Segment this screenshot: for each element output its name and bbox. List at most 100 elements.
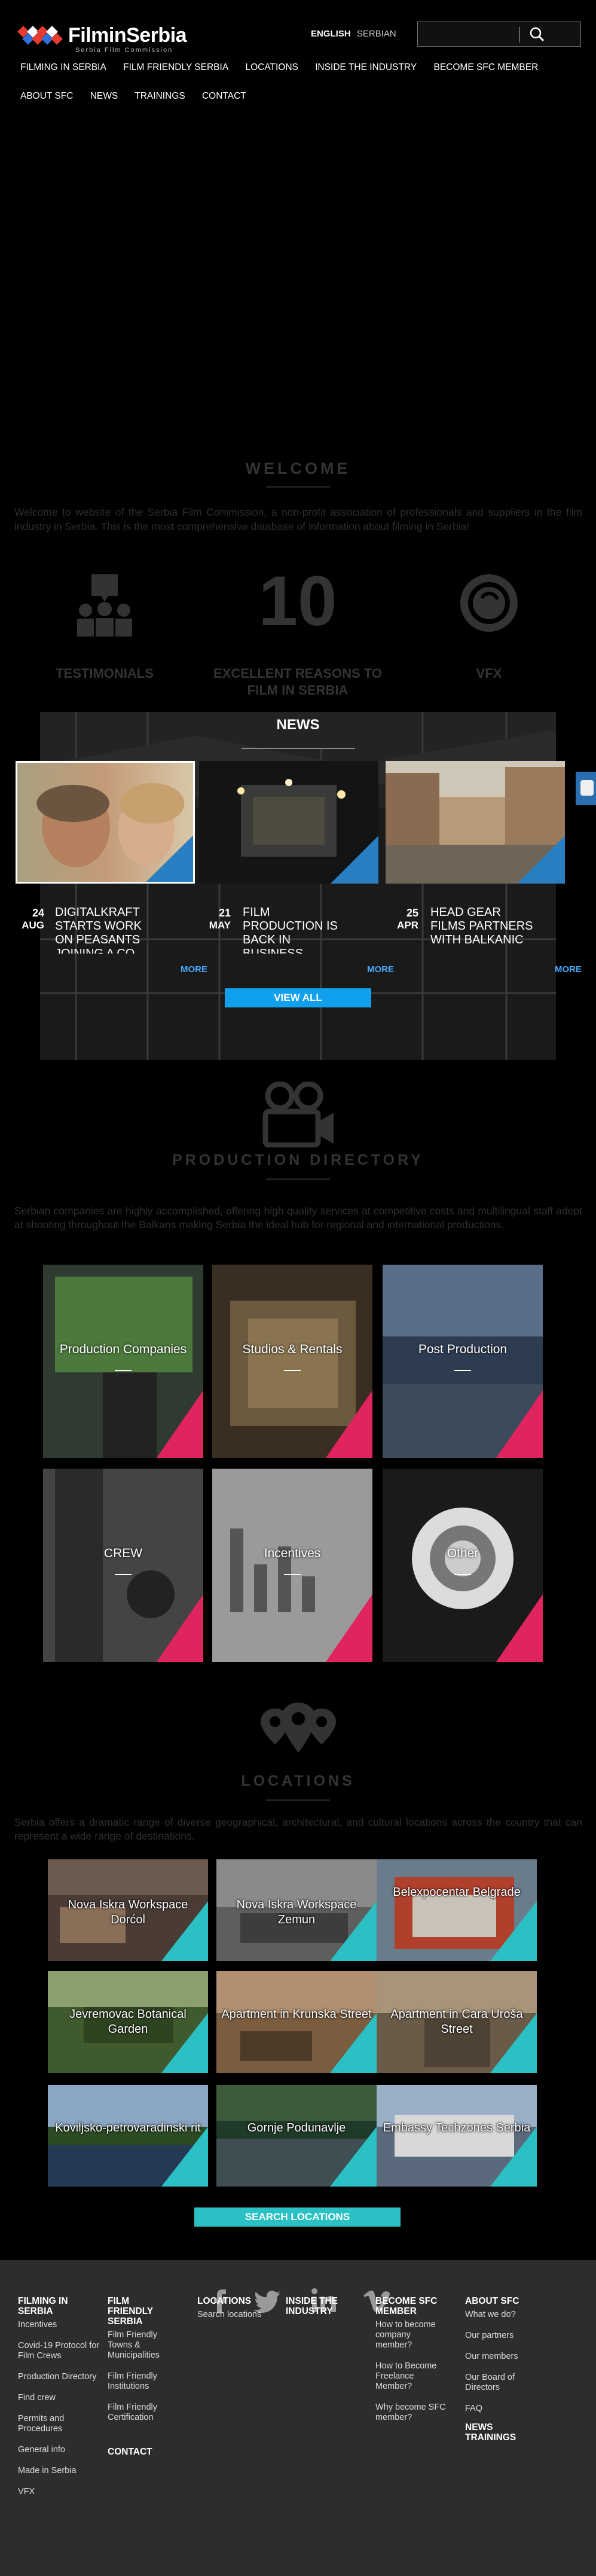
footer-link-made-in-serbia[interactable]: Made in Serbia	[18, 2466, 102, 2476]
location-card-8[interactable]: Gornje Podunavlje	[216, 2085, 377, 2187]
location-card-9[interactable]: Embassy Techzones Serbia	[377, 2085, 537, 2187]
nav-locations[interactable]: LOCATIONS	[245, 62, 298, 72]
nav-row-2: ABOUT SFC NEWS TRAININGS CONTACT	[20, 91, 261, 102]
footer-link-towns[interactable]: Film Friendly Towns & Municipalities	[108, 2330, 173, 2361]
nav-about-sfc[interactable]: ABOUT SFC	[20, 91, 73, 101]
footer-link-institutions[interactable]: Film Friendly Institutions	[108, 2371, 173, 2392]
tile-post-production[interactable]: Post Production	[383, 1265, 543, 1458]
footer-col-member: BECOME SFC MEMBER How to become company …	[375, 2296, 447, 2423]
footer-link-permits[interactable]: Permits and Procedures	[18, 2414, 102, 2434]
news-3-more-link[interactable]: MORE	[555, 964, 582, 975]
location-card-7[interactable]: Koviljsko-petrovaradinski rit	[48, 2085, 208, 2187]
location-card-5[interactable]: Apartment in Krunska Street	[216, 1971, 377, 2073]
news-2-headline[interactable]: FILM PRODUCTION IS BACK IN BUSINESS	[243, 906, 348, 954]
footer-link-faq[interactable]: FAQ	[465, 2404, 537, 2414]
footer-link-covid[interactable]: Covid-19 Protocol for Film Crews	[18, 2341, 102, 2361]
post-production-photo	[383, 1265, 543, 1458]
tile-production-companies[interactable]: Production Companies	[43, 1265, 203, 1458]
news-next-card-peek[interactable]	[576, 772, 596, 805]
incentives-photo	[212, 1469, 372, 1662]
language-switcher: ENGLISH SERBIAN	[311, 29, 396, 39]
feature-testimonials-label: TESTIMONIALS	[56, 666, 154, 681]
footer-col-film-friendly: FILM FRIENDLY SERBIA Film Friendly Towns…	[108, 2296, 173, 2459]
search-button[interactable]	[521, 22, 580, 46]
site-logo[interactable]: FilminSerbia Serbia Film Commission	[17, 23, 191, 54]
location-1-label: Nova Iskra Workspace Dorćol	[68, 1898, 188, 1926]
footer-link-incentives[interactable]: Incentives	[18, 2320, 102, 2330]
location-card-3[interactable]: Belexpocentar Belgrade	[377, 1859, 537, 1961]
news-3-headline[interactable]: HEAD GEAR FILMS PARTNERS WITH BALKANIC	[430, 906, 536, 954]
location-card-2[interactable]: Nova Iskra Workspace Zemun	[216, 1859, 377, 1961]
footer-heading-about[interactable]: ABOUT SFC	[465, 2296, 537, 2306]
footer-heading-industry[interactable]: INSIDE THE INDUSTRY	[286, 2296, 352, 2316]
news-card-2-image[interactable]	[199, 761, 378, 884]
lang-serbian[interactable]: SERBIAN	[357, 29, 396, 39]
logo-subtitle: Serbia Film Commission	[75, 47, 173, 54]
lang-english[interactable]: ENGLISH	[311, 29, 351, 39]
welcome-title: WELCOME	[245, 459, 351, 477]
footer-heading-locations[interactable]: LOCATIONS	[197, 2296, 275, 2306]
footer-link-what-we-do[interactable]: What we do?	[465, 2310, 537, 2320]
footer-link-production-directory[interactable]: Production Directory	[18, 2372, 102, 2382]
location-5-label: Apartment in Krunska Street	[221, 2008, 372, 2021]
footer-heading-member[interactable]: BECOME SFC MEMBER	[375, 2296, 447, 2316]
tile-crew[interactable]: CREW	[43, 1469, 203, 1662]
footer-link-board[interactable]: Our Board of Directors	[465, 2373, 537, 2393]
search-icon	[530, 27, 545, 42]
tile-incentives[interactable]: Incentives	[212, 1469, 372, 1662]
footer-link-certification[interactable]: Film Friendly Certification	[108, 2403, 173, 2423]
footer-link-company-member[interactable]: How to become company member?	[375, 2320, 447, 2350]
location-7-label: Koviljsko-petrovaradinski rit	[55, 2121, 201, 2135]
view-all-news-button[interactable]: VIEW ALL	[225, 988, 371, 1007]
location-card-1[interactable]: Nova Iskra Workspace Dorćol	[48, 1859, 208, 1961]
news-photo-1	[17, 763, 193, 882]
news-card-1-image[interactable]	[16, 761, 195, 884]
location-card-4[interactable]: Jevremovac Botanical Garden	[48, 1971, 208, 2073]
footer-link-freelance-member[interactable]: How to Become Freelance Member?	[375, 2361, 447, 2392]
tile-studios-rentals[interactable]: Studios & Rentals	[212, 1265, 372, 1458]
tile-divider	[284, 1574, 301, 1575]
news-3-date: 25 APR	[385, 907, 418, 932]
footer-link-search-locations[interactable]: Search locations	[197, 2310, 275, 2320]
site-header: FilminSerbia Serbia Film Commission ENGL…	[0, 0, 596, 114]
nav-inside-the-industry[interactable]: INSIDE THE INDUSTRY	[315, 62, 417, 72]
locations-divider	[266, 1799, 330, 1801]
nav-contact[interactable]: CONTACT	[202, 91, 246, 101]
film-camera-icon	[262, 1082, 334, 1147]
search-box	[417, 22, 581, 47]
ten-reasons-number: 10	[258, 562, 337, 641]
news-2-month: MAY	[209, 919, 231, 931]
tile-production-companies-label: Production Companies	[59, 1342, 187, 1356]
location-card-6[interactable]: Apartment in Cara Uroša Street	[377, 1971, 537, 2073]
nav-filming-in-serbia[interactable]: FILMING IN SERBIA	[20, 62, 106, 72]
locations-title: LOCATIONS	[241, 1773, 355, 1789]
footer-heading-news[interactable]: NEWS	[465, 2422, 537, 2432]
news-1-date: 24 AUG	[11, 907, 44, 932]
footer-heading-film-friendly[interactable]: FILM FRIENDLY SERBIA	[108, 2296, 173, 2327]
production-directory-text: Serbian companies are highly accomplishe…	[14, 1205, 582, 1231]
footer-link-general-info[interactable]: General info	[18, 2445, 102, 2455]
footer-heading-contact[interactable]: CONTACT	[108, 2447, 173, 2457]
location-6-label: Apartment in Cara Uroša Street	[390, 2008, 523, 2036]
news-1-more-link[interactable]: MORE	[181, 964, 207, 975]
news-1-day: 24	[32, 907, 44, 919]
footer-heading-trainings[interactable]: TRAININGS	[465, 2432, 537, 2443]
news-2-date: 21 MAY	[197, 907, 231, 932]
footer-link-find-crew[interactable]: Find crew	[18, 2393, 102, 2403]
footer-link-partners[interactable]: Our partners	[465, 2331, 537, 2341]
news-1-headline[interactable]: DIGITALKRAFT STARTS WORK ON PEASANTS JOI…	[55, 906, 160, 954]
news-card-3-image[interactable]	[386, 761, 565, 884]
nav-trainings[interactable]: TRAININGS	[135, 91, 185, 101]
search-locations-button[interactable]: SEARCH LOCATIONS	[194, 2207, 401, 2227]
nav-become-sfc-member[interactable]: BECOME SFC MEMBER	[433, 62, 538, 72]
tile-other[interactable]: Other	[383, 1469, 543, 1662]
footer-link-members[interactable]: Our members	[465, 2352, 537, 2362]
nav-film-friendly-serbia[interactable]: FILM FRIENDLY SERBIA	[123, 62, 228, 72]
news-2-more-link[interactable]: MORE	[367, 964, 394, 975]
production-directory-divider	[266, 1179, 330, 1180]
footer-link-why-member[interactable]: Why become SFC member?	[375, 2403, 447, 2423]
footer-link-vfx[interactable]: VFX	[18, 2487, 102, 2497]
location-photo-8	[216, 2085, 377, 2187]
footer-heading-filming[interactable]: FILMING IN SERBIA	[18, 2296, 102, 2316]
nav-news[interactable]: NEWS	[90, 91, 118, 101]
